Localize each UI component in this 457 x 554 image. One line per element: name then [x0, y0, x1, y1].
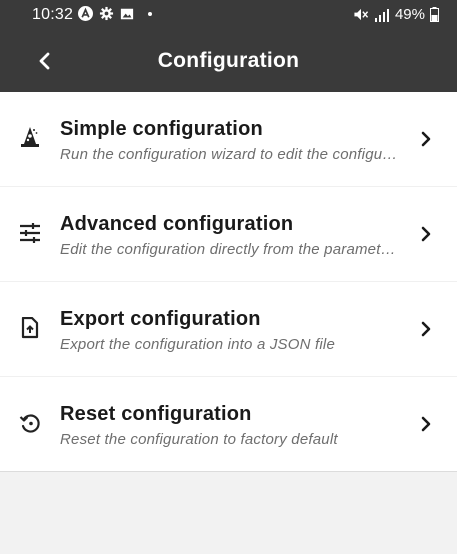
mute-icon — [354, 8, 369, 21]
status-icons-left — [78, 6, 152, 21]
export-configuration-item[interactable]: Export configuration Export the configur… — [0, 282, 457, 377]
notification-dot — [148, 11, 152, 16]
chevron-right-icon — [419, 225, 433, 243]
sliders-icon — [18, 221, 42, 245]
battery-level: 49% — [394, 6, 425, 23]
wizard-icon — [18, 126, 42, 150]
battery-icon — [430, 7, 439, 22]
item-title: Simple configuration — [60, 118, 263, 140]
app-icon — [78, 6, 93, 21]
status-icons-right: 49% — [353, 6, 439, 23]
restore-icon — [18, 411, 42, 435]
page-title: Configuration — [157, 49, 300, 72]
advanced-configuration-item[interactable]: Advanced configuration Edit the configur… — [0, 187, 457, 282]
status-time: 10:32 — [32, 6, 74, 23]
top-bar: 10:32 49% Configuration — [0, 0, 457, 92]
item-subtitle: Edit the configuration directly from the… — [60, 241, 400, 258]
configuration-menu: Simple configuration Run the configurati… — [0, 92, 457, 472]
chevron-right-icon — [419, 415, 433, 433]
item-title: Export configuration — [60, 308, 261, 330]
app-bar: Configuration — [0, 30, 457, 92]
status-bar: 10:32 49% — [0, 0, 457, 30]
simple-configuration-item[interactable]: Simple configuration Run the configurati… — [0, 92, 457, 187]
gear-icon — [99, 6, 114, 21]
item-subtitle: Export the configuration into a JSON fil… — [60, 336, 336, 353]
reset-configuration-item[interactable]: Reset configuration Reset the configurat… — [0, 377, 457, 471]
chevron-right-icon — [419, 130, 433, 148]
file-upload-icon — [18, 316, 42, 340]
image-icon — [120, 8, 134, 19]
signal-icon — [374, 8, 389, 22]
item-subtitle: Reset the configuration to factory defau… — [60, 431, 338, 448]
item-title: Reset configuration — [60, 403, 252, 425]
item-title: Advanced configuration — [60, 213, 294, 235]
item-subtitle: Run the configuration wizard to edit the… — [60, 146, 400, 163]
chevron-right-icon — [419, 320, 433, 338]
